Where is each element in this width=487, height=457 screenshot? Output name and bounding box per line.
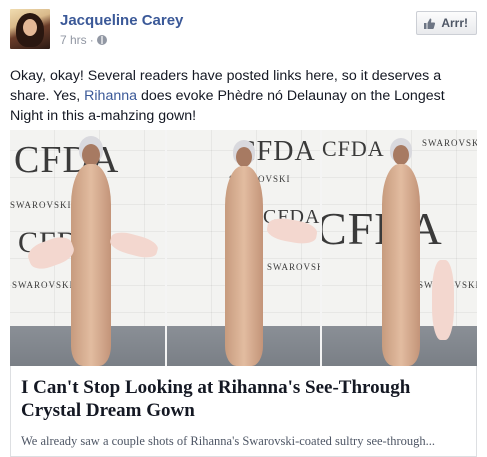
gown (225, 166, 263, 366)
like-page-button[interactable]: Arrr! (416, 11, 477, 35)
globe-icon[interactable] (96, 35, 107, 45)
author-avatar[interactable] (10, 9, 50, 49)
post-meta: 7 hrs · (60, 33, 107, 47)
meta-separator: · (89, 33, 94, 47)
head (82, 144, 100, 166)
head (393, 145, 409, 165)
link-preview-description: We already saw a couple shots of Rihanna… (21, 434, 435, 448)
gown (71, 164, 111, 366)
avatar-face (23, 19, 37, 36)
link-preview-image[interactable]: C⁠FDA SWAROVSKI C⁠FDA SWAROVSKI C⁠FDA SW… (10, 130, 477, 366)
like-button-label: Arrr! (441, 16, 468, 30)
head (236, 147, 252, 167)
person-figure (376, 130, 432, 366)
mention-link[interactable]: Rihanna (84, 88, 137, 104)
post-message: Okay, okay! Several readers have posted … (10, 66, 480, 126)
gown (382, 164, 420, 366)
person-figure (219, 130, 275, 366)
link-preview-card[interactable]: I Can't Stop Looking at Rihanna's See-Th… (10, 366, 477, 457)
backdrop-sponsor: SWAROVSKI (10, 200, 72, 210)
photo-panel-3: C⁠FDA SWAROVSKI C⁠FDA SWAROVSKI (322, 130, 477, 366)
fur-stole (432, 260, 454, 340)
photo-panel-2: C⁠FDA SWAROVSKI C⁠FDA SWAROVSKI (167, 130, 320, 366)
thumbs-up-icon (423, 17, 436, 30)
link-preview-title[interactable]: I Can't Stop Looking at Rihanna's See-Th… (21, 376, 471, 422)
post-timestamp[interactable]: 7 hrs (60, 33, 87, 47)
author-name[interactable]: Jacqueline Carey (60, 12, 183, 29)
photo-panel-1: C⁠FDA SWAROVSKI C⁠FDA SWAROVSKI (10, 130, 165, 366)
